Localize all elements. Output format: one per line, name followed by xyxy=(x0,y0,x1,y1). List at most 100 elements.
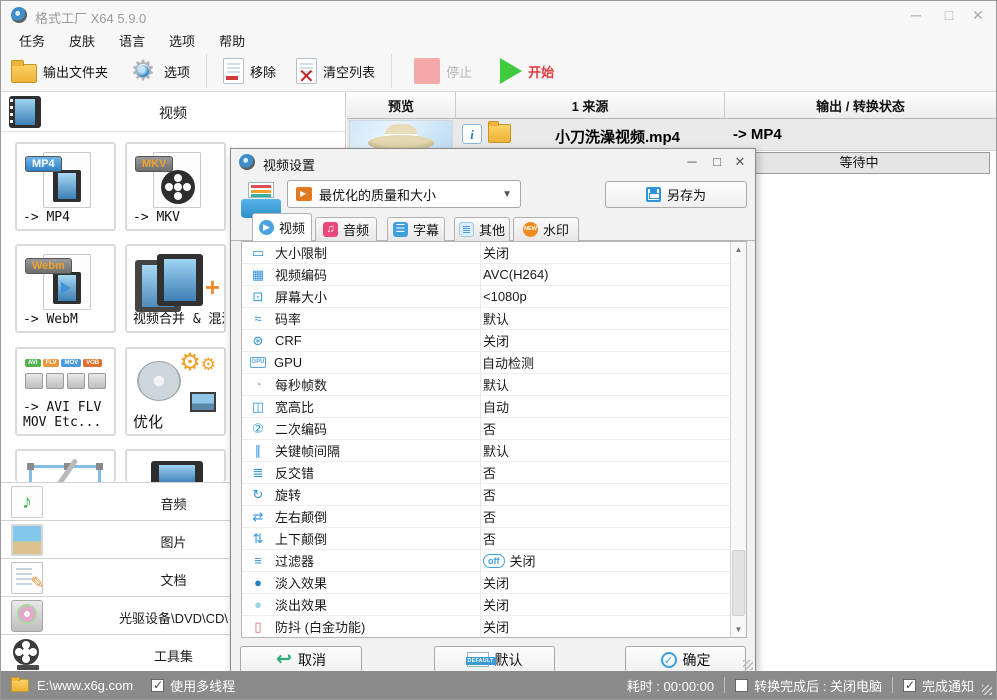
window-resize-grip[interactable] xyxy=(982,685,992,695)
shutdown-after-checkbox[interactable] xyxy=(735,678,749,692)
setting-value[interactable]: 默认 xyxy=(473,375,509,394)
column-header-source[interactable]: 1 来源 xyxy=(456,92,725,119)
output-path[interactable]: E:\www.x6g.com xyxy=(37,678,133,693)
card-video-join[interactable]: + 视频合并 & 混流 xyxy=(125,244,226,333)
dialog-maximize-button[interactable]: □ xyxy=(706,153,728,171)
dialog-minimize-button[interactable]: ─ xyxy=(681,153,703,171)
setting-value[interactable]: 关闭 xyxy=(473,617,509,636)
setting-value[interactable]: 关闭 xyxy=(473,331,509,350)
card-to-mp4[interactable]: MP4 -> MP4 xyxy=(15,142,116,231)
output-path-folder-icon[interactable] xyxy=(11,676,29,692)
setting-value[interactable]: 默认 xyxy=(473,441,509,460)
setting-value[interactable]: 自动检测 xyxy=(472,353,534,372)
column-header-preview[interactable]: 预览 xyxy=(347,92,456,119)
setting-row[interactable]: ▯ 防抖 (白金功能) 关闭 xyxy=(242,616,731,637)
setting-row[interactable]: ◫ 宽高比 自动 xyxy=(242,396,731,418)
scroll-up-icon[interactable]: ▲ xyxy=(731,242,746,257)
default-button[interactable]: 默认 xyxy=(434,646,555,673)
setting-value[interactable]: 否 xyxy=(473,419,496,438)
setting-value[interactable]: 关闭 xyxy=(473,573,509,592)
start-button[interactable]: 开始 xyxy=(490,53,564,89)
card-optimize[interactable]: ⚙⚙ 优化 xyxy=(125,347,226,436)
setting-value[interactable]: 关闭 xyxy=(473,243,509,262)
setting-row[interactable]: ≡ 过滤器 off 关闭 xyxy=(242,550,731,572)
tab-label: 水印 xyxy=(542,223,569,238)
setting-row[interactable]: ⊡ 屏幕大小 <1080p xyxy=(242,286,731,308)
save-as-button[interactable]: 另存为 xyxy=(605,181,747,208)
setting-value[interactable]: AVC(H264) xyxy=(473,267,549,282)
remove-button[interactable]: 移除 xyxy=(213,53,286,89)
queue-row[interactable]: i 小刀洗澡视频.mp4 -> MP4 xyxy=(347,119,996,151)
setting-row[interactable]: ▦ 视频编码 AVC(H264) xyxy=(242,264,731,286)
setting-value[interactable]: 关闭 xyxy=(473,595,509,614)
resize-grip[interactable] xyxy=(743,660,753,670)
card-to-avi-flv-mov[interactable]: AVI FLV MOV VOB -> AVI FLV MOV Etc... xyxy=(15,347,116,436)
menu-item-1[interactable]: 皮肤 xyxy=(69,31,95,50)
scroll-down-icon[interactable]: ▼ xyxy=(731,622,746,637)
dialog-close-button[interactable]: ✕ xyxy=(729,153,751,171)
settings-table-body: ▭ 大小限制 关闭 ▦ 视频编码 AVC(H264) ⊡ 屏幕大小 <1080p ≈ 码率 默认 ⊛ CR… xyxy=(242,242,746,637)
ok-button[interactable]: ✓ 确定 xyxy=(625,646,746,673)
card-clip-partial[interactable] xyxy=(125,449,226,482)
maximize-button[interactable]: □ xyxy=(935,5,963,25)
tab-watermark[interactable]: NEW 水印 xyxy=(513,217,579,241)
setting-row[interactable]: ◔ 每秒帧数 默认 xyxy=(242,374,731,396)
setting-row[interactable]: ≈ 码率 默认 xyxy=(242,308,731,330)
card-to-mkv[interactable]: MKV -> MKV xyxy=(125,142,226,231)
multithread-checkbox[interactable] xyxy=(151,678,165,692)
setting-row[interactable]: ② 二次编码 否 xyxy=(242,418,731,440)
card-crop-partial[interactable] xyxy=(15,449,116,482)
output-folder-button[interactable]: 输出文件夹 xyxy=(1,53,118,89)
setting-value[interactable]: 否 xyxy=(473,507,496,526)
setting-value[interactable]: 否 xyxy=(473,463,496,482)
sidebar-section-video[interactable]: 视频 xyxy=(1,92,345,132)
menu-item-4[interactable]: 帮助 xyxy=(219,31,245,50)
setting-row[interactable]: ● 淡入效果 关闭 xyxy=(242,572,731,594)
card-to-webm[interactable]: Webm -> WebM xyxy=(15,244,116,333)
setting-label: 宽高比 xyxy=(275,400,315,415)
setting-row[interactable]: ∥ 关键帧间隔 默认 xyxy=(242,440,731,462)
stop-label: 停止 xyxy=(446,64,473,80)
stop-button[interactable]: 停止 xyxy=(404,53,482,89)
scrollbar[interactable]: ▲ ▼ xyxy=(730,242,746,637)
gear-icon: ⚙ xyxy=(128,56,158,86)
setting-row[interactable]: ⇄ 左右颠倒 否 xyxy=(242,506,731,528)
setting-row[interactable]: ⊛ CRF 关闭 xyxy=(242,330,731,352)
clear-list-button[interactable]: 清空列表 xyxy=(286,53,385,89)
menu-item-2[interactable]: 语言 xyxy=(119,31,145,50)
tab-other[interactable]: ≣ 其他 xyxy=(454,217,510,241)
setting-value[interactable]: 自动 xyxy=(473,397,509,416)
setting-row[interactable]: GPU GPU 自动检测 xyxy=(242,352,731,374)
column-header-output[interactable]: 输出 / 转换状态 xyxy=(725,92,996,119)
tab-audio[interactable]: ♫ 音频 xyxy=(315,217,377,241)
tab-label: 视频 xyxy=(278,221,305,236)
setting-value[interactable]: 否 xyxy=(473,529,496,548)
info-icon[interactable]: i xyxy=(462,124,482,144)
open-folder-icon[interactable] xyxy=(488,121,511,143)
close-button[interactable]: ✕ xyxy=(964,5,992,25)
setting-row[interactable]: ↻ 旋转 否 xyxy=(242,484,731,506)
minimize-button[interactable]: ─ xyxy=(902,5,930,25)
setting-value[interactable]: off 关闭 xyxy=(473,551,536,570)
options-button[interactable]: ⚙ 选项 xyxy=(118,53,200,89)
fps-icon: ◔ xyxy=(254,377,262,392)
profile-dropdown[interactable]: 最优化的质量和大小 ▼ xyxy=(287,180,521,208)
setting-row[interactable]: ⇅ 上下颠倒 否 xyxy=(242,528,731,550)
menu-item-3[interactable]: 选项 xyxy=(169,31,195,50)
tab-subtitle[interactable]: ☰ 字幕 xyxy=(387,217,445,241)
setting-row[interactable]: ▭ 大小限制 关闭 xyxy=(242,242,731,264)
setting-value[interactable]: <1080p xyxy=(473,289,527,304)
setting-label: 二次编码 xyxy=(275,422,328,437)
cancel-button[interactable]: ↩ 取消 xyxy=(240,646,362,673)
setting-label: 每秒帧数 xyxy=(275,378,328,393)
preview-thumbnail[interactable] xyxy=(349,120,453,149)
scrollbar-thumb[interactable] xyxy=(732,550,745,616)
tab-video[interactable]: ▶ 视频 xyxy=(252,213,312,241)
setting-row[interactable]: ≣ 反交错 否 xyxy=(242,462,731,484)
default-stamp-icon xyxy=(465,652,496,667)
setting-value[interactable]: 默认 xyxy=(473,309,509,328)
setting-row[interactable]: ● 淡出效果 关闭 xyxy=(242,594,731,616)
notify-checkbox[interactable] xyxy=(902,678,916,692)
menu-item-0[interactable]: 任务 xyxy=(19,31,45,50)
setting-value[interactable]: 否 xyxy=(473,485,496,504)
